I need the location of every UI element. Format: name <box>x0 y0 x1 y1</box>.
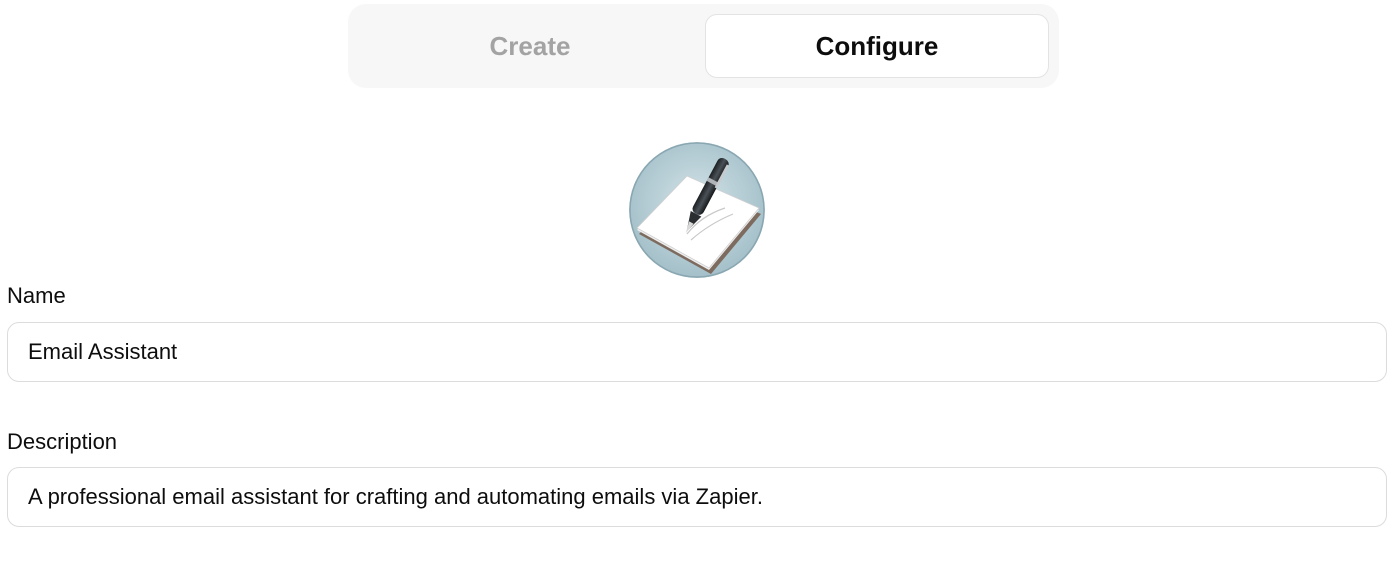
tab-create[interactable]: Create <box>358 14 702 78</box>
tab-configure[interactable]: Configure <box>705 14 1049 78</box>
notepad-pen-icon <box>629 142 765 278</box>
name-input[interactable] <box>7 322 1387 382</box>
gpt-avatar[interactable] <box>629 142 765 278</box>
mode-tab-switcher: Create Configure <box>348 4 1059 88</box>
description-label: Description <box>7 429 118 454</box>
name-label: Name <box>7 283 66 308</box>
description-input[interactable] <box>7 467 1387 527</box>
